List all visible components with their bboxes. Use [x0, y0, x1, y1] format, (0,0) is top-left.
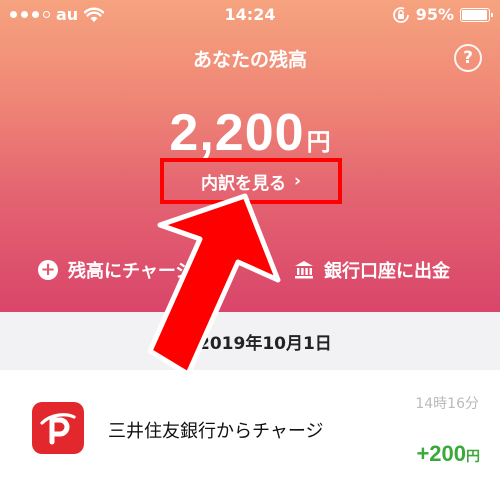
balance-amount: 2,200円	[0, 103, 500, 163]
history-date: 2019年10月1日	[198, 334, 332, 354]
bank-label: 銀行口座に出金	[324, 261, 450, 282]
bank-icon	[295, 261, 313, 279]
transaction-amount-unit: 円	[466, 448, 480, 464]
transaction-amount-value: +200	[416, 441, 466, 466]
paypay-logo-icon	[32, 402, 84, 454]
balance-header: au 14:24 95% あなたの残高 ? 2,200円 内訳を見る › + 残…	[0, 0, 500, 312]
status-bar: au 14:24 95%	[0, 0, 500, 30]
page-title: あなたの残高	[192, 49, 307, 71]
transaction-name: 三井住友銀行からチャージ	[108, 421, 324, 442]
transaction-row[interactable]: 三井住友銀行からチャージ 14時16分 +200円	[0, 370, 500, 488]
battery-icon	[460, 7, 493, 22]
help-icon[interactable]: ?	[454, 44, 482, 72]
view-breakdown-button[interactable]: 内訳を見る ›	[160, 158, 342, 204]
balance-unit: 円	[306, 129, 331, 156]
charge-button[interactable]: + 残高にチャージ	[38, 257, 193, 283]
battery-percent: 95%	[415, 5, 454, 24]
battery-fill	[462, 9, 487, 20]
balance-value: 2,200	[169, 104, 305, 162]
transaction-amount: +200円	[416, 441, 480, 467]
rotation-lock-icon	[392, 6, 409, 23]
view-breakdown-label: 内訳を見る	[200, 173, 286, 194]
history-date-header: 2019年10月1日	[0, 312, 500, 370]
status-right: 95%	[392, 5, 493, 24]
plus-circle-icon: +	[38, 260, 58, 280]
chevron-right-icon: ›	[293, 171, 301, 191]
charge-label: 残高にチャージ	[68, 261, 194, 282]
transaction-time: 14時16分	[415, 396, 479, 412]
withdraw-to-bank-button[interactable]: 銀行口座に出金	[294, 257, 450, 283]
